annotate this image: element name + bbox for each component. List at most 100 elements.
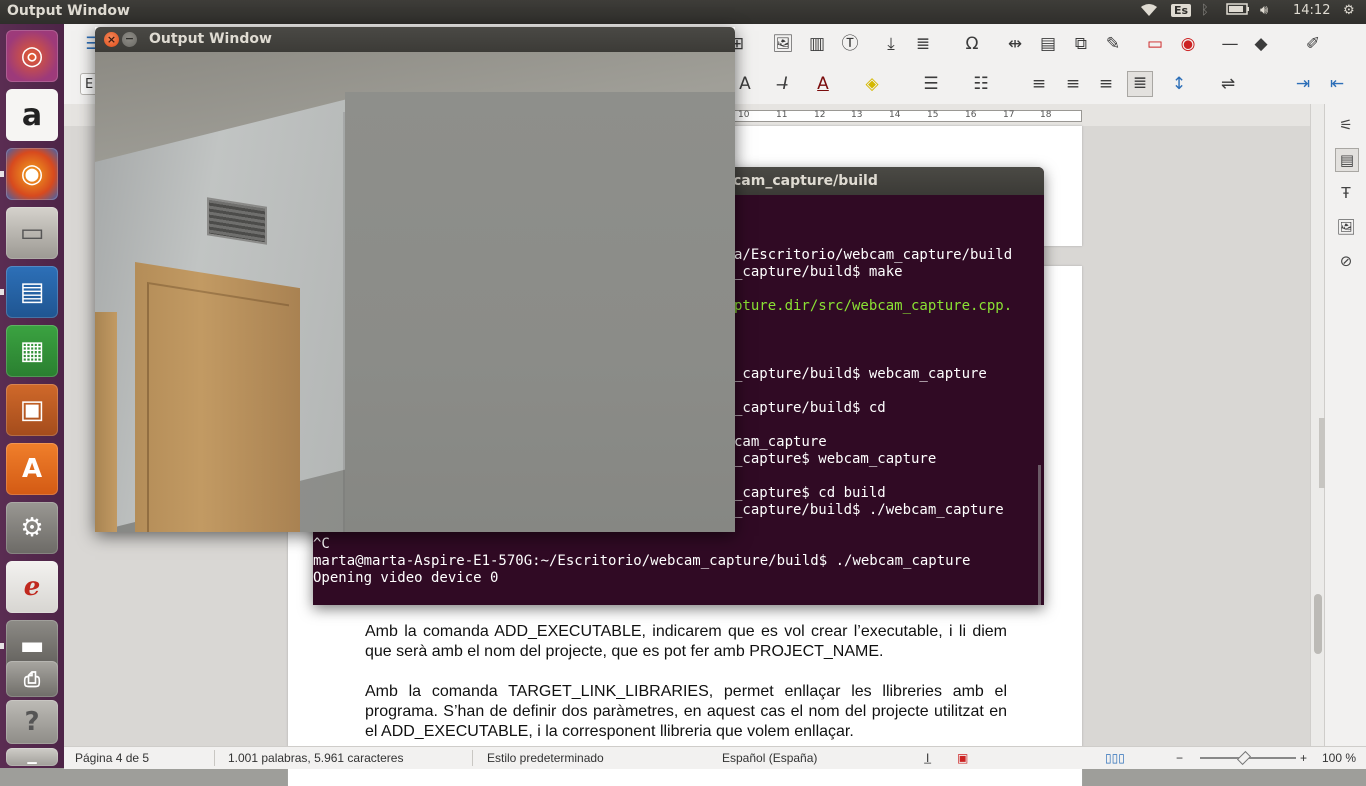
ubuntu-dash-icon[interactable]: ◎ [6, 30, 58, 82]
firefox-icon[interactable]: ◉ [6, 148, 58, 200]
keyboard-layout-indicator[interactable]: Es [1171, 3, 1192, 18]
highlight-color-icon[interactable]: ◈ [861, 73, 883, 95]
output-window-titlebar[interactable]: × − Output Window [95, 27, 735, 52]
page-style[interactable]: Estilo predeterminado [487, 751, 604, 765]
styles-icon[interactable]: Ŧ [1335, 182, 1357, 204]
zoom-out-icon[interactable]: − [1176, 751, 1183, 765]
numbered-list-icon[interactable]: ☷ [970, 73, 992, 95]
gallery-icon[interactable]: 🖼︎ [1335, 216, 1357, 238]
draw-functions-icon[interactable]: ✐ [1302, 33, 1324, 55]
running-indicator [0, 643, 4, 649]
scrollbar-thumb[interactable] [1314, 594, 1322, 654]
superscript-icon[interactable]: A [734, 73, 756, 95]
output-window-title: Output Window [149, 31, 272, 47]
document-viewer-icon[interactable]: ℯ [6, 561, 58, 613]
decrease-indent-icon[interactable]: ⇤ [1326, 73, 1348, 95]
clear-formatting-icon[interactable]: I̶ [774, 73, 796, 95]
align-left-icon[interactable]: ≡ [1028, 73, 1050, 95]
page-icon[interactable]: ▤ [1335, 148, 1359, 172]
active-window-title: Output Window [7, 3, 130, 19]
paragraph-spacing-icon[interactable]: ⇌ [1217, 73, 1239, 95]
status-bar: Página 4 de 5 1.001 palabras, 5.961 cara… [64, 746, 1366, 769]
page-count[interactable]: Página 4 de 5 [75, 751, 149, 765]
status-separator [472, 750, 473, 766]
minimize-icon[interactable]: − [122, 32, 137, 47]
wall-corner [343, 112, 345, 532]
single-page-view-icon[interactable]: ▯▯▯ [1105, 751, 1125, 765]
terminal-line: marta@marta-Aspire-E1-570G:~/Escritorio/… [313, 553, 971, 569]
comment-icon[interactable]: ✎ [1102, 33, 1124, 55]
battery-icon[interactable] [1226, 3, 1250, 19]
ruler-number: 13 [851, 110, 863, 120]
zoom-slider-knob[interactable] [1236, 750, 1252, 766]
terminal-line: _capture/build$ webcam_capture [734, 366, 987, 382]
bluetooth-icon[interactable]: ᛒ [1201, 3, 1209, 18]
clock[interactable]: 14:12 [1293, 3, 1330, 18]
insert-chart-icon[interactable]: ▥ [806, 33, 828, 55]
printer-icon[interactable]: ⎙ [6, 661, 58, 697]
insert-field-icon[interactable]: ≣ [912, 33, 934, 55]
special-character-icon[interactable]: Ω [961, 33, 983, 55]
line-spacing-icon[interactable]: ↕ [1168, 73, 1190, 95]
text-language[interactable]: Español (España) [722, 751, 817, 765]
record-icon[interactable]: ◉ [1177, 33, 1199, 55]
wifi-icon[interactable] [1140, 3, 1158, 21]
insert-page-break-icon[interactable]: ⤓ [880, 33, 902, 55]
keyboard-layout-badge: Es [1171, 4, 1192, 17]
navigator-icon[interactable]: ⊘ [1335, 250, 1357, 272]
terminal-line: cam_capture [734, 434, 827, 450]
help-icon[interactable]: ? [6, 700, 58, 744]
close-icon[interactable]: × [104, 32, 119, 47]
libreoffice-writer-icon[interactable]: ▤ [6, 266, 58, 318]
zoom-in-icon[interactable]: + [1300, 751, 1307, 765]
files-icon[interactable]: ▭ [6, 207, 58, 259]
sidebar-deck: ⚟ ▤ Ŧ 🖼︎ ⊘ [1319, 104, 1366, 746]
sidebar-collapse-handle[interactable] [1319, 418, 1325, 488]
libreoffice-impress-icon[interactable]: ▣ [6, 384, 58, 436]
trash-icon[interactable]: ▁ [6, 748, 58, 766]
insert-image-icon[interactable]: 🖼︎ [772, 33, 794, 55]
line-icon[interactable]: — [1219, 33, 1241, 55]
shapes-icon[interactable]: ◆ [1250, 33, 1272, 55]
properties-icon[interactable]: ⚟ [1335, 114, 1357, 136]
track-changes-icon[interactable]: ▭ [1144, 33, 1166, 55]
insert-textbox-icon[interactable]: Ⓣ [839, 33, 861, 55]
libreoffice-calc-icon[interactable]: ▦ [6, 325, 58, 377]
align-center-icon[interactable]: ≡ [1062, 73, 1084, 95]
terminal-line: _capture/build$ ./webcam_capture [734, 502, 1004, 518]
running-indicator [0, 289, 4, 295]
power-icon[interactable]: ⚙︎ [1343, 3, 1355, 18]
paragraph[interactable]: Amb la comanda TARGET_LINK_LIBRARIES, pe… [365, 682, 1007, 742]
ruler-number: 17 [1003, 110, 1015, 120]
ubuntu-software-icon[interactable]: A [6, 443, 58, 495]
bookmark-icon[interactable]: ⧉ [1070, 33, 1092, 55]
volume-icon[interactable]: 🔊︎ [1260, 3, 1268, 18]
top-panel: Output Window Es ᛒ 🔊︎ 14:12 ⚙︎ [0, 0, 1366, 24]
hyperlink-icon[interactable]: ⇹ [1004, 33, 1026, 55]
footnote-icon[interactable]: ▤ [1037, 33, 1059, 55]
insert-mode-icon[interactable]: I̲ [926, 751, 929, 765]
system-settings-icon[interactable]: ⚙ [6, 502, 58, 554]
webcam-video-frame [95, 52, 735, 532]
terminal-title: cam_capture/build [733, 173, 878, 189]
output-window[interactable]: × − Output Window [95, 27, 735, 532]
terminal-line: ^C [313, 536, 330, 552]
bullet-list-icon[interactable]: ☰ [920, 73, 942, 95]
justify-icon[interactable]: ≣ [1127, 71, 1153, 97]
terminal-line: _capture$ webcam_capture [734, 451, 937, 467]
terminal-line: _capture$ cd build [734, 485, 886, 501]
amazon-icon[interactable]: a [6, 89, 58, 141]
document-modified-icon: ▣ [957, 751, 969, 765]
align-right-icon[interactable]: ≡ [1095, 73, 1117, 95]
increase-indent-icon[interactable]: ⇥ [1292, 73, 1314, 95]
ruler-number: 11 [776, 110, 788, 120]
terminal-line: pture.dir/src/webcam_capture.cpp. [734, 298, 1013, 314]
ruler-number: 12 [814, 110, 826, 120]
zoom-level[interactable]: 100 % [1322, 751, 1356, 765]
word-count[interactable]: 1.001 palabras, 5.961 caracteres [228, 751, 403, 765]
terminal-scrollbar[interactable] [1038, 465, 1041, 605]
ruler-number: 18 [1040, 110, 1052, 120]
font-color-icon[interactable]: A [812, 73, 834, 95]
door-panel [147, 281, 289, 532]
paragraph[interactable]: Amb la comanda ADD_EXECUTABLE, indicarem… [365, 622, 1007, 662]
